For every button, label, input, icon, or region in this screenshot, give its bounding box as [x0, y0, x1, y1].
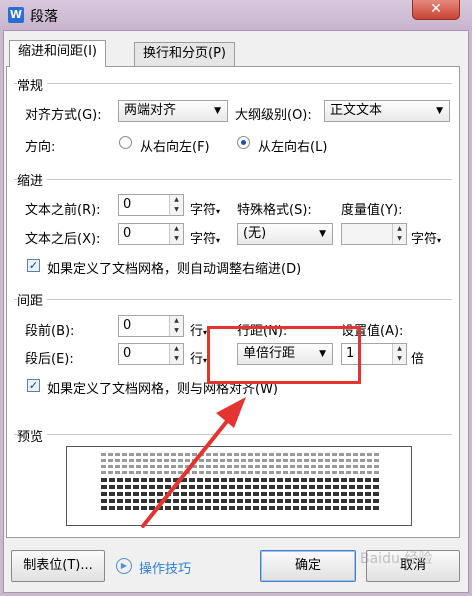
annotation-arrow-icon — [141, 397, 246, 528]
watermark: Baidu 经验 — [360, 551, 433, 567]
